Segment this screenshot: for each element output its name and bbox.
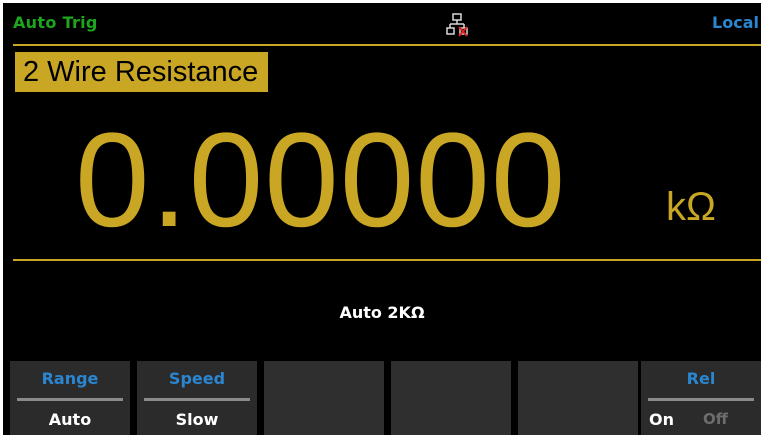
softkey-5[interactable] <box>518 361 638 435</box>
softkey-speed-title: Speed <box>168 369 226 388</box>
control-mode-indicator: Local <box>712 13 759 32</box>
network-disconnected-icon <box>446 13 468 37</box>
softkey-4[interactable] <box>391 361 511 435</box>
softkey-rel[interactable]: Rel On Off <box>641 361 761 435</box>
softkey-range-value: Auto <box>48 410 92 429</box>
softkey-speed-value: Slow <box>175 410 219 429</box>
trigger-mode-indicator: Auto Trig <box>13 13 98 32</box>
measurement-function-label: 2 Wire Resistance <box>15 52 269 92</box>
softkey-range-title: Range <box>41 369 99 388</box>
softkey-separator <box>648 398 754 401</box>
header-divider <box>13 44 761 46</box>
softkey-speed[interactable]: Speed Slow <box>137 361 257 435</box>
reading-divider <box>13 259 761 261</box>
softkey-rel-on-option: On <box>649 410 674 429</box>
softkey-bar: Range Auto Speed Slow Rel On Off <box>10 361 761 435</box>
status-bar: Auto Trig Local <box>3 3 761 41</box>
softkey-range[interactable]: Range Auto <box>10 361 130 435</box>
multimeter-screen: Auto Trig Local 2 Wire Resistance 0.0000… <box>3 3 761 435</box>
softkey-separator <box>144 398 250 401</box>
softkey-rel-off-option: Off <box>703 410 728 428</box>
range-info: Auto 2KΩ <box>339 303 425 322</box>
reading-unit: kΩ <box>666 185 716 229</box>
main-reading: 0.00000 <box>75 106 567 255</box>
softkey-3[interactable] <box>264 361 384 435</box>
softkey-rel-title: Rel <box>686 369 716 388</box>
softkey-separator <box>17 398 123 401</box>
